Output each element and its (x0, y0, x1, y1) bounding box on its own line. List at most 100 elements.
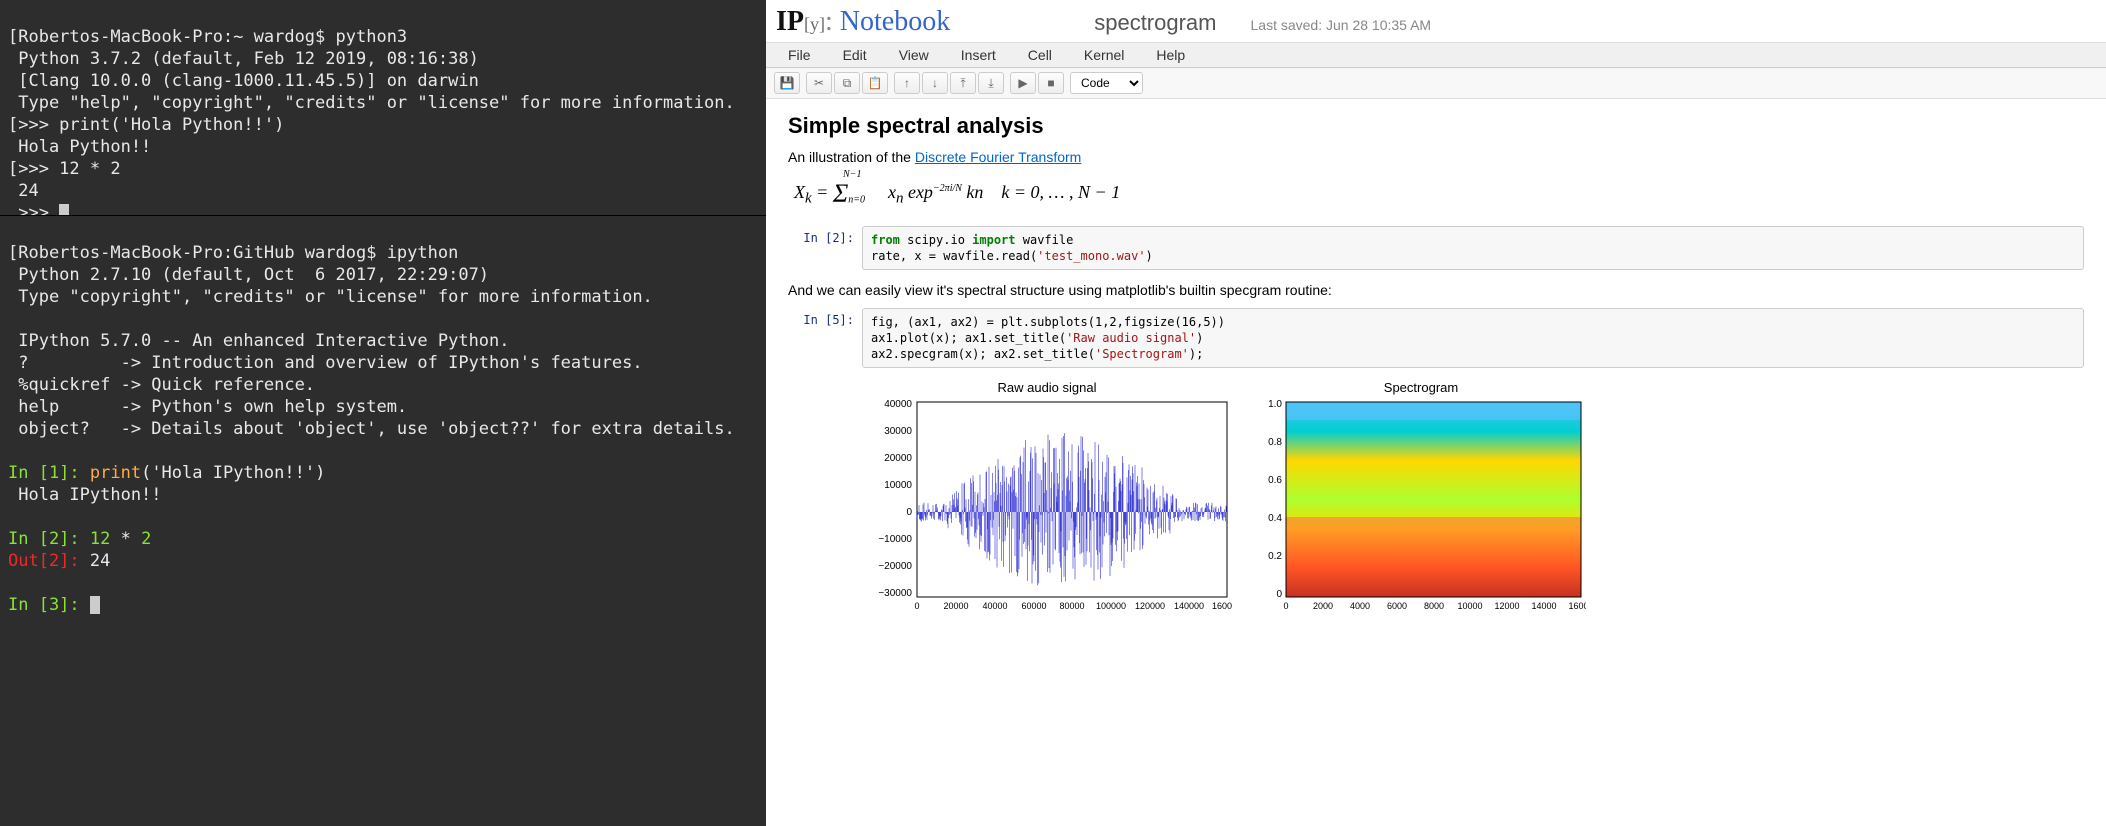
menu-view[interactable]: View (883, 43, 945, 67)
chart-title-waveform: Raw audio signal (862, 380, 1232, 395)
last-saved-label: Last saved: Jun 28 10:35 AM (1251, 17, 1432, 33)
terminal-python3[interactable]: [Robertos-MacBook-Pro:~ wardog$ python3 … (0, 0, 766, 216)
term-line (8, 441, 18, 461)
svg-text:−20000: −20000 (878, 561, 912, 572)
chart-title-spectrogram: Spectrogram (1256, 380, 1586, 395)
menu-file[interactable]: File (772, 43, 827, 67)
term-line: [Clang 10.0.0 (clang-1000.11.45.5)] on d… (8, 71, 479, 91)
svg-text:12000: 12000 (1494, 601, 1519, 611)
term-line: [>>> 12 * 2 (8, 159, 121, 179)
cut-icon[interactable]: ✂ (806, 72, 832, 94)
svg-text:30000: 30000 (884, 426, 912, 437)
menu-cell[interactable]: Cell (1012, 43, 1068, 67)
cursor-icon (90, 596, 100, 614)
term-line: [>>> print('Hola Python!!') (8, 115, 284, 135)
svg-text:0: 0 (914, 601, 919, 611)
jupyter-notebook: IP[y]: Notebook spectrogram Last saved: … (766, 0, 2106, 826)
term-line: object? -> Details about 'object', use '… (8, 419, 735, 439)
svg-text:0.4: 0.4 (1268, 513, 1282, 524)
math-formula: Xk = Σn=0N−1 xn exp−2πi/N kn k = 0, … , … (794, 175, 2084, 208)
spectrogram-plot: 1.00.80.60.40.20 02000400060008000100001… (1256, 397, 1586, 617)
toolbar: 💾 ✂ ⧉ 📋 ↑ ↓ ⤒ ⤓ ▶ ■ Code (766, 68, 2106, 99)
cell-code[interactable]: from scipy.io import wavfile rate, x = w… (862, 226, 2084, 270)
cell-prompt: In [5]: (788, 308, 862, 368)
code-cell-2[interactable]: In [2]: from scipy.io import wavfile rat… (788, 226, 2084, 270)
svg-text:140000: 140000 (1174, 601, 1204, 611)
svg-text:100000: 100000 (1096, 601, 1126, 611)
cell-prompt: In [2]: (788, 226, 862, 270)
svg-text:16000: 16000 (1568, 601, 1586, 611)
term-line (8, 309, 18, 329)
svg-text:0.8: 0.8 (1268, 437, 1282, 448)
svg-text:40000: 40000 (982, 601, 1007, 611)
svg-text:80000: 80000 (1059, 601, 1084, 611)
term-line: 24 (8, 181, 39, 201)
notebook-body[interactable]: Simple spectral analysis An illustration… (766, 99, 2106, 826)
svg-text:−30000: −30000 (878, 588, 912, 599)
svg-text:14000: 14000 (1531, 601, 1556, 611)
term-line: Hola Python!! (8, 137, 151, 157)
menu-kernel[interactable]: Kernel (1068, 43, 1140, 67)
menu-insert[interactable]: Insert (945, 43, 1012, 67)
svg-text:0: 0 (1276, 589, 1282, 600)
waveform-plot: 400003000020000100000−10000−20000−30000 … (862, 397, 1232, 617)
svg-text:20000: 20000 (884, 453, 912, 464)
output-figure: Raw audio signal 400003000020000100000−1… (788, 380, 2084, 617)
term-line: [Robertos-MacBook-Pro:~ wardog$ python3 (8, 27, 407, 47)
svg-text:120000: 120000 (1135, 601, 1165, 611)
svg-text:8000: 8000 (1424, 601, 1444, 611)
svg-text:10000: 10000 (884, 480, 912, 491)
term-line: Type "help", "copyright", "credits" or "… (8, 93, 735, 113)
move-up-icon[interactable]: ↑ (894, 72, 920, 94)
svg-text:160000: 160000 (1212, 601, 1232, 611)
svg-text:4000: 4000 (1350, 601, 1370, 611)
svg-text:20000: 20000 (943, 601, 968, 611)
term-line: ? -> Introduction and overview of IPytho… (8, 353, 643, 373)
ipy-kw: print (90, 463, 141, 483)
run-icon[interactable]: ▶ (1010, 72, 1036, 94)
svg-text:0: 0 (1283, 601, 1288, 611)
ipy-in-prompt: In [3]: (8, 595, 90, 615)
term-line: help -> Python's own help system. (8, 397, 407, 417)
celltype-select[interactable]: Code (1070, 72, 1143, 94)
term-line: Hola IPython!! (8, 485, 162, 505)
menu-edit[interactable]: Edit (827, 43, 883, 67)
terminal-ipython[interactable]: [Robertos-MacBook-Pro:GitHub wardog$ ipy… (0, 216, 766, 826)
term-line: IPython 5.7.0 -- An enhanced Interactive… (8, 331, 510, 351)
move-down-icon[interactable]: ↓ (922, 72, 948, 94)
svg-text:6000: 6000 (1387, 601, 1407, 611)
ipy-code: ('Hola IPython!!') (141, 463, 325, 483)
svg-text:40000: 40000 (884, 399, 912, 410)
menubar: File Edit View Insert Cell Kernel Help (766, 43, 2106, 68)
cell-code[interactable]: fig, (ax1, ax2) = plt.subplots(1,2,figsi… (862, 308, 2084, 368)
svg-text:1.0: 1.0 (1268, 399, 1282, 410)
heading: Simple spectral analysis (788, 113, 2084, 139)
ipy-out-prompt: Out[2]: (8, 551, 90, 571)
ipy-in-prompt: In [2]: (8, 529, 90, 549)
save-icon[interactable]: 💾 (774, 72, 800, 94)
paste-icon[interactable]: 📋 (862, 72, 888, 94)
copy-icon[interactable]: ⧉ (834, 72, 860, 94)
svg-text:0.2: 0.2 (1268, 551, 1282, 562)
svg-text:0: 0 (906, 507, 912, 518)
term-line: [Robertos-MacBook-Pro:GitHub wardog$ ipy… (8, 243, 458, 263)
term-line: Type "copyright", "credits" or "license"… (8, 287, 653, 307)
term-line: Python 3.7.2 (default, Feb 12 2019, 08:1… (8, 49, 479, 69)
move-down2-icon[interactable]: ⤓ (978, 72, 1004, 94)
svg-text:0.6: 0.6 (1268, 475, 1282, 486)
term-line: Python 2.7.10 (default, Oct 6 2017, 22:2… (8, 265, 489, 285)
code-cell-5[interactable]: In [5]: fig, (ax1, ax2) = plt.subplots(1… (788, 308, 2084, 368)
svg-text:2000: 2000 (1313, 601, 1333, 611)
svg-text:60000: 60000 (1021, 601, 1046, 611)
term-line: >>> (8, 203, 59, 216)
ipython-logo: IP[y]: Notebook (776, 6, 950, 38)
cursor-icon (59, 204, 69, 216)
ipy-in-prompt: In [1]: (8, 463, 90, 483)
paragraph: An illustration of the Discrete Fourier … (788, 149, 2084, 165)
dft-link[interactable]: Discrete Fourier Transform (915, 149, 1081, 165)
stop-icon[interactable]: ■ (1038, 72, 1064, 94)
paragraph: And we can easily view it's spectral str… (788, 282, 2084, 298)
move-up2-icon[interactable]: ⤒ (950, 72, 976, 94)
menu-help[interactable]: Help (1140, 43, 1201, 67)
notebook-title[interactable]: spectrogram (1094, 10, 1216, 36)
